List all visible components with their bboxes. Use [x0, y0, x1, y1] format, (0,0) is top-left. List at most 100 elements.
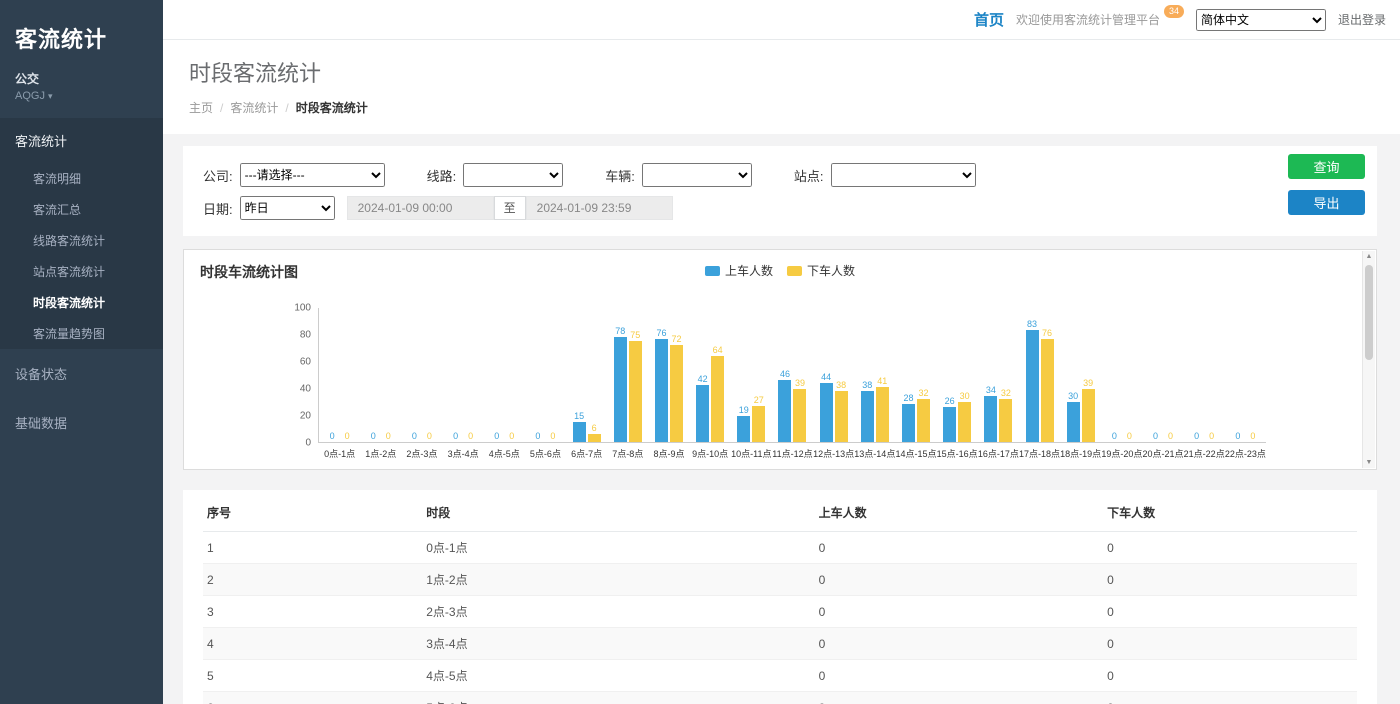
chart-scrollbar[interactable]: ▲ ▼: [1362, 251, 1375, 468]
sidebar-subitem-flow-detail[interactable]: 客流明细: [0, 163, 163, 194]
company-select[interactable]: ---请选择---: [240, 163, 385, 187]
sidebar-item-base-data[interactable]: 基础数据: [0, 398, 163, 447]
station-select[interactable]: [831, 163, 976, 187]
bar[interactable]: [778, 380, 791, 442]
scroll-up-icon[interactable]: ▲: [1363, 253, 1375, 260]
bar-value-label: 30: [1068, 391, 1078, 401]
bar-wrap: 39: [1082, 378, 1095, 442]
bar-wrap: 0: [367, 431, 380, 442]
bar-wrap: 75: [629, 330, 642, 442]
bar-group: 0019点-20点: [1101, 308, 1142, 442]
date-end-input[interactable]: [526, 196, 673, 220]
date-start-input[interactable]: [347, 196, 494, 220]
page-title: 时段客流统计: [189, 56, 1374, 88]
bars-row: 00: [1108, 431, 1136, 442]
y-axis-tick: 100: [294, 303, 319, 314]
bar[interactable]: [696, 385, 709, 442]
line-select[interactable]: [463, 163, 563, 187]
bar[interactable]: [861, 391, 874, 442]
bar[interactable]: [1067, 402, 1080, 443]
bar[interactable]: [1082, 389, 1095, 442]
bar-value-label: 72: [671, 334, 681, 344]
bar-group: 283214点-15点: [895, 308, 936, 442]
sidebar-subitem-station-flow[interactable]: 站点客流统计: [0, 256, 163, 287]
welcome-text: 欢迎使用客流统计管理平台: [1016, 11, 1160, 28]
bar-value-label: 0: [345, 431, 350, 441]
bar-wrap: 0: [1164, 431, 1177, 442]
language-select[interactable]: 简体中文: [1196, 9, 1326, 31]
bar-group: 343216点-17点: [978, 308, 1019, 442]
breadcrumb: 主页/客流统计/时段客流统计: [189, 99, 1374, 116]
bar-wrap: 32: [917, 388, 930, 442]
bar[interactable]: [1026, 330, 1039, 442]
bar[interactable]: [573, 422, 586, 442]
bar-value-label: 0: [1209, 431, 1214, 441]
bar[interactable]: [876, 387, 889, 442]
bar-value-label: 42: [698, 374, 708, 384]
bar-value-label: 34: [986, 385, 996, 395]
bar[interactable]: [655, 339, 668, 442]
bar[interactable]: [999, 399, 1012, 442]
bar-group: 76728点-9点: [648, 308, 689, 442]
scrollbar-thumb[interactable]: [1365, 265, 1373, 360]
bar[interactable]: [820, 383, 833, 442]
bar[interactable]: [629, 341, 642, 442]
bar[interactable]: [902, 404, 915, 442]
x-axis-label: 12点-13点: [813, 447, 854, 460]
x-axis-label: 11点-12点: [772, 447, 812, 460]
bar-group: 78757点-8点: [607, 308, 648, 442]
export-button[interactable]: 导出: [1288, 190, 1365, 215]
bar-group: 001点-2点: [360, 308, 401, 442]
bar[interactable]: [958, 402, 971, 443]
vehicle-select[interactable]: [642, 163, 752, 187]
bar[interactable]: [984, 396, 997, 442]
bar-value-label: 39: [795, 378, 805, 388]
org-selector[interactable]: AQGJ▾: [0, 87, 163, 118]
bar-wrap: 83: [1026, 319, 1039, 442]
bar-value-label: 75: [630, 330, 640, 340]
bar-wrap: 30: [958, 391, 971, 443]
bar[interactable]: [943, 407, 956, 442]
sidebar-subitem-period-flow[interactable]: 时段客流统计: [0, 287, 163, 318]
bar[interactable]: [752, 406, 765, 442]
x-axis-label: 4点-5点: [489, 447, 520, 460]
query-button[interactable]: 查询: [1288, 154, 1365, 179]
legend-swatch-icon: [787, 266, 802, 276]
bar[interactable]: [711, 356, 724, 442]
sidebar-subitem-flow-trend[interactable]: 客流量趋势图: [0, 318, 163, 349]
logout-link[interactable]: 退出登录: [1338, 11, 1386, 28]
breadcrumb-item[interactable]: 主页: [189, 101, 213, 115]
bar-wrap: 28: [902, 393, 915, 442]
table-cell: 0: [1103, 564, 1357, 596]
bar-value-label: 0: [494, 431, 499, 441]
table-cell: 0: [1103, 532, 1357, 564]
home-link[interactable]: 首页: [974, 9, 1004, 30]
table-cell: 4点-5点: [422, 660, 814, 692]
bar[interactable]: [614, 337, 627, 442]
sidebar-subitem-flow-summary[interactable]: 客流汇总: [0, 194, 163, 225]
bar[interactable]: [737, 416, 750, 442]
legend-item[interactable]: 上车人数: [705, 262, 773, 279]
bars-row: 2832: [902, 388, 930, 442]
y-axis-tick: 40: [300, 384, 319, 395]
table-header-cell: 下车人数: [1103, 494, 1357, 532]
legend-item[interactable]: 下车人数: [787, 262, 855, 279]
bar-value-label: 0: [1194, 431, 1199, 441]
bar[interactable]: [793, 389, 806, 442]
bar[interactable]: [670, 345, 683, 442]
date-preset-select[interactable]: 昨日: [240, 196, 335, 220]
sidebar-item-passenger-flow[interactable]: 客流统计: [0, 118, 163, 163]
bar-value-label: 76: [1042, 328, 1052, 338]
table-cell: 0: [815, 692, 1104, 704]
bar-value-label: 38: [862, 380, 872, 390]
breadcrumb-item[interactable]: 客流统计: [230, 101, 278, 115]
bar[interactable]: [917, 399, 930, 442]
bar-value-label: 0: [453, 431, 458, 441]
bar-wrap: 0: [1149, 431, 1162, 442]
bar[interactable]: [1041, 339, 1054, 442]
bar[interactable]: [835, 391, 848, 442]
sidebar-item-device-status[interactable]: 设备状态: [0, 349, 163, 398]
bar[interactable]: [588, 434, 601, 442]
scroll-down-icon[interactable]: ▼: [1363, 459, 1375, 466]
sidebar-subitem-line-flow[interactable]: 线路客流统计: [0, 225, 163, 256]
